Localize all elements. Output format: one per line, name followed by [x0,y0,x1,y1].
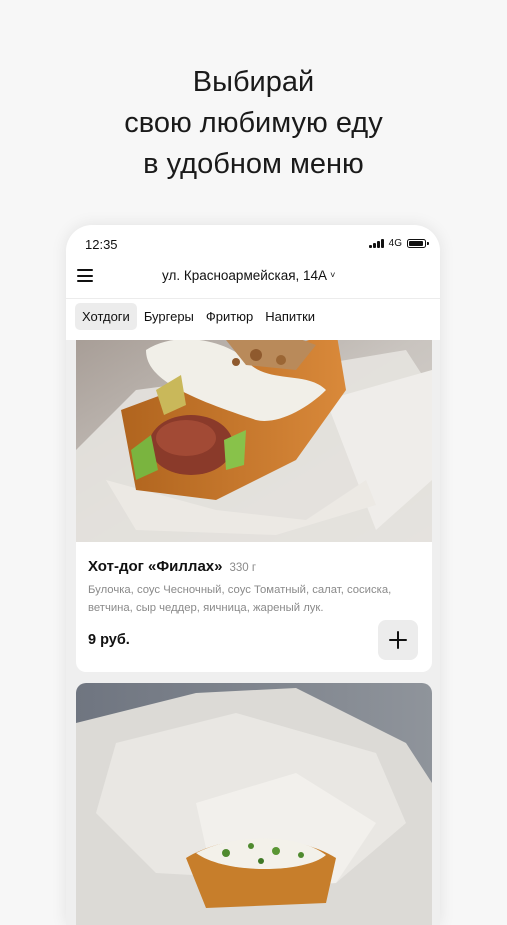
network-label: 4G [388,238,402,249]
product-title-row: Хот-дог «Филлах» 330 г [88,558,256,576]
plus-icon [389,631,407,649]
status-indicators: 4G [369,238,429,249]
product-price: 9 руб. [88,632,130,648]
promo-line-2: свою любимую еду [124,107,383,139]
status-time: 12:35 [85,237,118,252]
address-selector[interactable]: ул. Красноармейская, 14А ˅ [162,268,335,283]
product-card[interactable] [76,683,432,925]
tab-drinks[interactable]: Напитки [259,303,321,330]
header-divider [66,298,440,299]
product-description: Булочка, соус Чесночный, соус Томатный, … [88,584,392,614]
product-weight: 330 г [229,562,257,574]
tab-hotdogs[interactable]: Хотдоги [75,303,137,330]
battery-icon [407,239,429,248]
tab-fryer[interactable]: Фритюр [200,303,259,330]
promo-line-1: Выбирай [192,66,315,98]
hotdog-photo [76,683,432,925]
promo-line-3: в удобном меню [143,148,364,180]
promo-headline: Выбирай свою любимую еду в удобном меню [0,62,507,185]
app-header: 12:35 4G ул. Красноармейская, 14А ˅ Хотдо… [66,225,440,340]
phone-screen: 12:35 4G ул. Красноармейская, 14А ˅ Хотдо… [66,225,440,925]
signal-icon [369,239,384,248]
category-tabs: Хотдоги Бургеры Фритюр Напитки [75,303,321,330]
hotdog-photo [76,330,432,542]
menu-icon[interactable] [77,269,93,282]
add-to-cart-button[interactable] [378,620,418,660]
product-card[interactable]: Хот-дог «Филлах» 330 г Булочка, соус Чесн… [76,330,432,672]
product-name: Хот-дог «Филлах» [88,558,223,575]
nav-row: ул. Красноармейская, 14А ˅ [66,261,440,291]
address-text: ул. Красноармейская, 14А [162,268,328,283]
chevron-down-icon: ˅ [330,270,336,280]
tab-burgers[interactable]: Бургеры [138,303,200,330]
